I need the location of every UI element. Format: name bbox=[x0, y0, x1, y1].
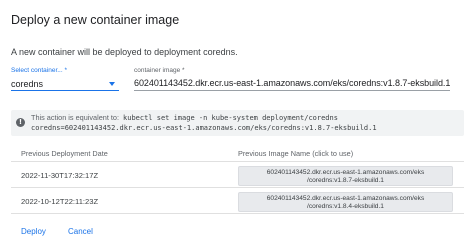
equivalent-command-info: ! This action is equivalent to: kubectl s… bbox=[11, 110, 464, 136]
image-name-line-1: 602401143452.dkr.ecr.us-east-1.amazonaws… bbox=[266, 195, 425, 202]
deployment-date: 2022-10-12T22:11:23Z bbox=[21, 197, 99, 206]
command-line-2: coredns=602401143452.dkr.ecr.us-east-1.a… bbox=[31, 124, 377, 132]
info-icon: ! bbox=[16, 118, 25, 127]
container-image-label: container image * bbox=[134, 67, 185, 74]
image-name-line-2: /coredns:v1.8.7-eksbuild.1 bbox=[307, 177, 384, 184]
container-select-value[interactable]: coredns bbox=[11, 79, 43, 89]
container-image-input[interactable]: 602401143452.dkr.ecr.us-east-1.amazonaws… bbox=[134, 78, 450, 88]
deployment-date: 2022-11-30T17:32:17Z bbox=[21, 171, 99, 180]
dialog-description: A new container will be deployed to depl… bbox=[11, 47, 238, 57]
previous-image-chip[interactable]: 602401143452.dkr.ecr.us-east-1.amazonaws… bbox=[238, 192, 453, 212]
previous-image-chip[interactable]: 602401143452.dkr.ecr.us-east-1.amazonaws… bbox=[238, 166, 453, 186]
info-text: This action is equivalent to: bbox=[31, 113, 120, 122]
dialog-title: Deploy a new container image bbox=[11, 13, 180, 27]
container-select-label: Select container... * bbox=[11, 67, 68, 74]
cancel-button[interactable]: Cancel bbox=[68, 227, 93, 236]
command-line-1: kubectl set image -n kube-system deploym… bbox=[123, 114, 338, 122]
info-line-1: This action is equivalent to: kubectl set… bbox=[31, 113, 338, 122]
table-row: 2022-11-30T17:32:17Z 602401143452.dkr.ec… bbox=[11, 163, 464, 188]
container-image-field[interactable]: container image * 602401143452.dkr.ecr.u… bbox=[134, 67, 450, 91]
column-header-image: Previous Image Name (click to use) bbox=[238, 149, 354, 158]
image-name-line-1: 602401143452.dkr.ecr.us-east-1.amazonaws… bbox=[266, 169, 425, 176]
dropdown-arrow-icon[interactable] bbox=[109, 82, 115, 86]
column-header-date: Previous Deployment Date bbox=[21, 149, 108, 158]
container-select[interactable]: Select container... * coredns bbox=[11, 67, 119, 91]
deploy-button[interactable]: Deploy bbox=[21, 227, 46, 236]
table-header-row: Previous Deployment Date Previous Image … bbox=[11, 140, 464, 162]
image-name-line-2: /coredns:v1.8.4-eksbuild.1 bbox=[307, 203, 384, 210]
table-row: 2022-10-12T22:11:23Z 602401143452.dkr.ec… bbox=[11, 189, 464, 214]
